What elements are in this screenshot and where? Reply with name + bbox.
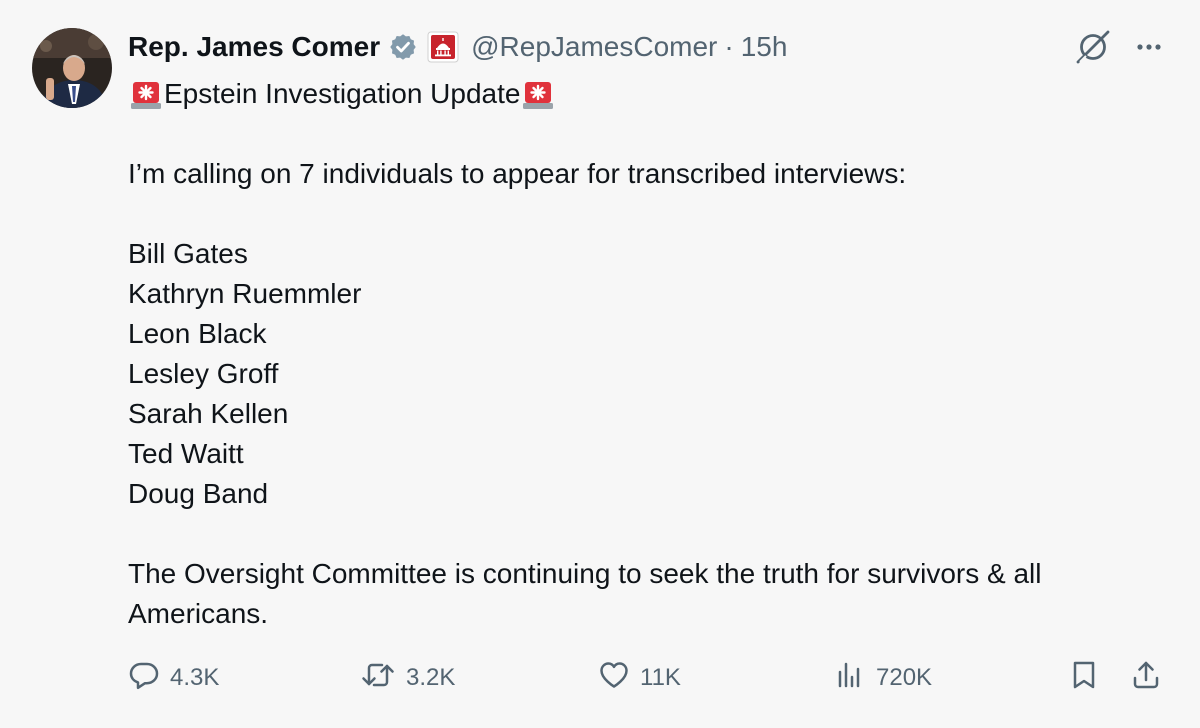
reply-button[interactable]: 4.3K bbox=[128, 658, 219, 698]
avatar[interactable] bbox=[32, 28, 112, 108]
bookmark-button[interactable] bbox=[1068, 658, 1100, 698]
capitol-dome-affiliation-icon[interactable] bbox=[427, 31, 459, 63]
repost-icon bbox=[360, 659, 396, 698]
repost-count: 3.2K bbox=[406, 664, 456, 691]
like-count: 11K bbox=[640, 664, 681, 691]
list-item: Sarah Kellen bbox=[128, 398, 289, 429]
siren-emoji-icon bbox=[520, 76, 556, 112]
heart-icon bbox=[598, 659, 630, 698]
views-button[interactable]: 720K bbox=[834, 658, 932, 698]
list-item: Ted Waitt bbox=[128, 438, 244, 469]
closing-text: The Oversight Committee is continuing to… bbox=[128, 558, 1042, 629]
verified-badge-icon[interactable] bbox=[388, 32, 418, 62]
top-actions bbox=[1074, 28, 1164, 66]
names-list: Bill Gates Kathryn Ruemmler Leon Black L… bbox=[128, 234, 1158, 514]
timestamp[interactable]: 15h bbox=[741, 31, 788, 63]
more-options-icon[interactable] bbox=[1134, 32, 1164, 62]
headline-text: Epstein Investigation Update bbox=[164, 78, 521, 109]
display-name[interactable]: Rep. James Comer bbox=[128, 31, 380, 63]
handle[interactable]: @RepJamesComer bbox=[471, 31, 717, 63]
intro-text: I’m calling on 7 individuals to appear f… bbox=[128, 158, 907, 189]
tweet-header: Rep. James Comer @RepJamesComer · 15h bbox=[128, 28, 787, 66]
siren-emoji-icon bbox=[128, 76, 164, 112]
list-item: Lesley Groff bbox=[128, 358, 279, 389]
views-count: 720K bbox=[876, 664, 933, 691]
reply-count: 4.3K bbox=[170, 664, 220, 691]
share-icon bbox=[1130, 659, 1162, 698]
list-item: Leon Black bbox=[128, 318, 267, 349]
headline-line: Epstein Investigation Update bbox=[128, 74, 1158, 114]
analytics-icon bbox=[834, 659, 866, 698]
list-item: Kathryn Ruemmler bbox=[128, 278, 362, 309]
list-item: Bill Gates bbox=[128, 238, 248, 269]
action-bar: 4.3K 3.2K 11K 720K bbox=[128, 658, 1168, 698]
bookmark-icon bbox=[1068, 659, 1100, 698]
separator-dot: · bbox=[724, 31, 734, 62]
repost-button[interactable]: 3.2K bbox=[360, 658, 455, 698]
like-button[interactable]: 11K bbox=[598, 658, 681, 698]
reply-icon bbox=[128, 659, 160, 698]
tweet-text: Epstein Investigation Update I’m calling… bbox=[128, 74, 1158, 634]
share-button[interactable] bbox=[1130, 658, 1162, 698]
list-item: Doug Band bbox=[128, 478, 269, 509]
grok-icon[interactable] bbox=[1074, 28, 1112, 66]
tweet: Rep. James Comer @RepJamesComer · 15h Ep… bbox=[0, 0, 1200, 728]
